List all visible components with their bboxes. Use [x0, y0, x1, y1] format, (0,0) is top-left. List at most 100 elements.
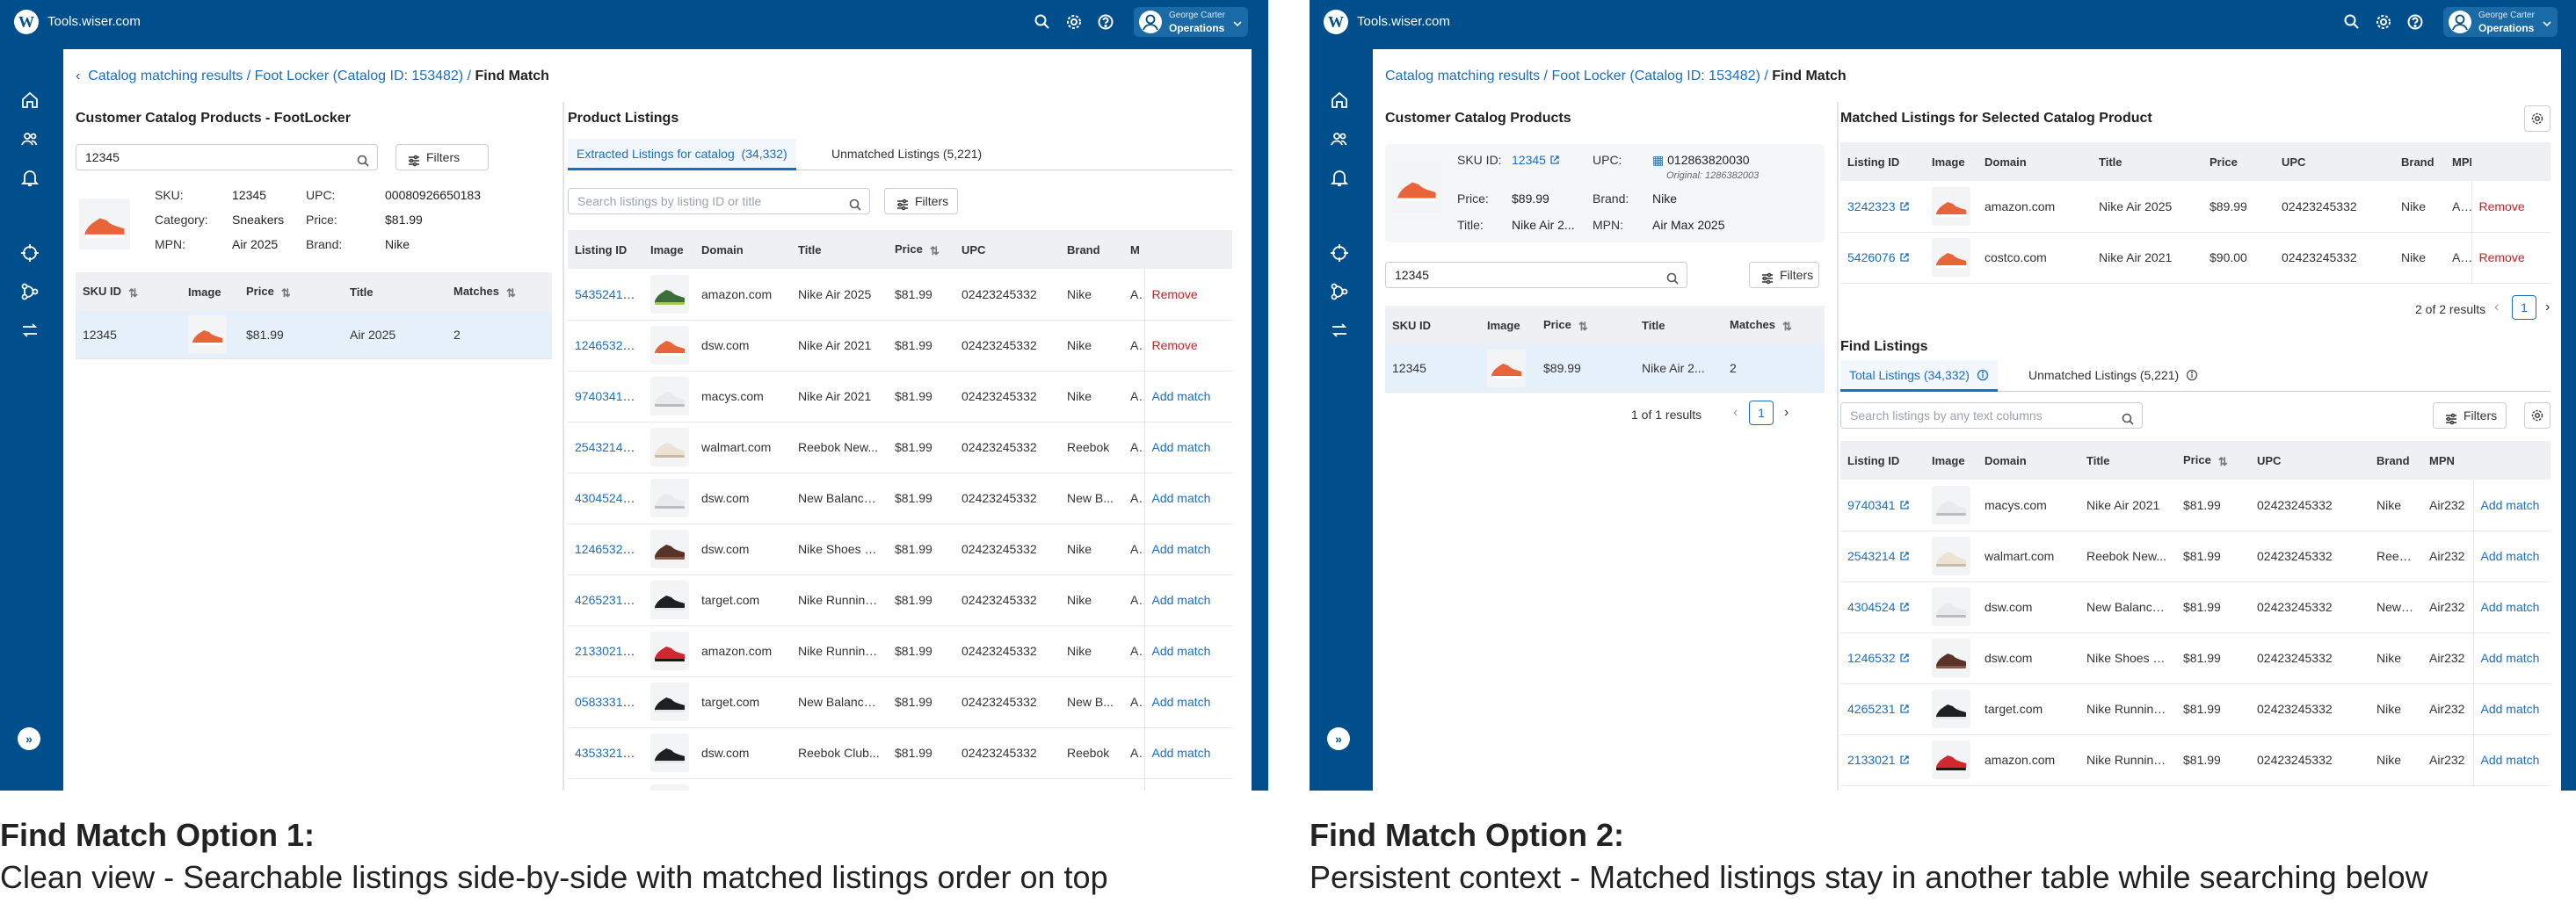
- next-page-icon[interactable]: ›: [2545, 300, 2550, 315]
- add-match-button[interactable]: Add match: [1152, 746, 1211, 760]
- add-match-button[interactable]: Add match: [1152, 389, 1211, 403]
- cell-listing-id[interactable]: 9740341: [1840, 480, 1925, 531]
- breadcrumb-catalog[interactable]: Foot Locker (Catalog ID: 153482) /: [255, 69, 471, 83]
- remove-button[interactable]: Remove: [1152, 338, 1198, 352]
- breadcrumb-results[interactable]: Catalog matching results /: [1385, 69, 1548, 83]
- help-icon[interactable]: [2406, 13, 2424, 31]
- breadcrumb-catalog[interactable]: Foot Locker (Catalog ID: 153482) /: [1551, 69, 1767, 83]
- add-match-button[interactable]: Add match: [2481, 549, 2540, 563]
- cell-listing-id[interactable]: 2543214: [568, 422, 643, 473]
- target-icon[interactable]: [19, 242, 40, 264]
- prev-page-icon[interactable]: ‹: [1733, 405, 1738, 421]
- help-icon[interactable]: [1097, 13, 1114, 31]
- target-icon[interactable]: [1329, 242, 1350, 264]
- sort-icon[interactable]: ⇅: [930, 244, 940, 257]
- col-price[interactable]: Price ⇅: [888, 230, 954, 269]
- bell-icon[interactable]: [1329, 167, 1350, 188]
- table-row[interactable]: 3242323 amazon.com Nike Air 2025 $89.99 0242…: [1840, 181, 2551, 233]
- table-row[interactable]: 9740341 macys.com Nike Air 2021 $81.99 02423…: [1840, 480, 2551, 531]
- breadcrumb-results[interactable]: Catalog matching results /: [88, 69, 250, 83]
- col-price[interactable]: Price ⇅: [2176, 441, 2250, 480]
- col-price[interactable]: Price ⇅: [239, 272, 343, 311]
- cell-listing-id[interactable]: 2133021: [568, 625, 643, 677]
- cell-listing-id[interactable]: 5426076: [1840, 232, 1925, 284]
- app-name[interactable]: Tools.wiser.com: [1357, 14, 1450, 29]
- catalog-search-input[interactable]: 12345: [1385, 262, 1687, 288]
- table-row[interactable]: 2133021 amazon.com Nike Running... $81.99 02…: [568, 625, 1232, 677]
- sort-icon[interactable]: ⇅: [1578, 320, 1588, 333]
- cell-listing-id[interactable]: 4265231: [1840, 683, 1925, 735]
- exchange-icon[interactable]: [1329, 320, 1350, 341]
- add-match-button[interactable]: Add match: [1152, 542, 1211, 556]
- listing-filters-button[interactable]: Filters: [884, 188, 958, 214]
- cell-listing-id[interactable]: 2133021: [1840, 734, 1925, 786]
- catalog-filters-button[interactable]: Filters: [1749, 262, 1819, 288]
- cell-listing-id[interactable]: 1246532: [568, 524, 643, 575]
- back-chevron-icon[interactable]: ‹: [76, 69, 88, 83]
- add-match-button[interactable]: Add match: [2481, 651, 2540, 665]
- table-row[interactable]: 12345 $89.99 Nike Air 2... 2: [1385, 344, 1825, 393]
- user-menu[interactable]: George Carter Operations: [2443, 7, 2558, 37]
- add-match-button[interactable]: Add match: [2481, 753, 2540, 767]
- table-row[interactable]: 2133021 amazon.com Nike Running... $81.99 02…: [1840, 734, 2551, 786]
- app-name[interactable]: Tools.wiser.com: [47, 14, 141, 29]
- sort-icon[interactable]: ⇅: [281, 286, 291, 300]
- remove-button[interactable]: Remove: [2479, 199, 2525, 213]
- table-row[interactable]: 5426076 costco.com Nike Air 2021 $90.00 0242…: [1840, 232, 2551, 284]
- home-icon[interactable]: [1329, 90, 1350, 111]
- bell-icon[interactable]: [19, 167, 40, 188]
- add-match-button[interactable]: Add match: [2481, 600, 2540, 614]
- tab-unmatched-listings[interactable]: Unmatched Listings (5,221): [2020, 360, 2207, 392]
- find-table-settings-button[interactable]: [2524, 402, 2551, 429]
- add-match-button[interactable]: Add match: [2481, 702, 2540, 716]
- find-filters-button[interactable]: Filters: [2433, 402, 2507, 429]
- gear-icon[interactable]: [1065, 13, 1083, 31]
- add-match-button[interactable]: Add match: [2481, 498, 2540, 512]
- cell-listing-id[interactable]: 4265231: [568, 574, 643, 626]
- flow-icon[interactable]: [19, 281, 40, 302]
- table-row[interactable]: 4265231 target.com Nike Running... $81.99 02…: [1840, 683, 2551, 735]
- cell-listing-id[interactable]: 1246532: [1840, 632, 1925, 684]
- users-icon[interactable]: [19, 128, 40, 149]
- logo[interactable]: W: [1324, 10, 1348, 34]
- page-number-button[interactable]: 1: [2512, 295, 2536, 320]
- cell-listing-id[interactable]: 3242323: [1840, 181, 1925, 233]
- table-row[interactable]: 4304524 dsw.com New Balance... $81.99 024232…: [1840, 582, 2551, 633]
- catalog-filters-button[interactable]: Filters: [395, 144, 489, 170]
- find-search-input[interactable]: Search listings by any text columns: [1840, 402, 2143, 429]
- users-icon[interactable]: [1329, 128, 1350, 149]
- table-row[interactable]: 4304524 dsw.com New Balance... $81.99 024232…: [568, 473, 1232, 524]
- table-settings-button[interactable]: [2524, 105, 2551, 132]
- cell-listing-id[interactable]: 1246532: [568, 320, 643, 372]
- table-row[interactable]: 0583331 target.com New Balance... $81.99 024…: [568, 676, 1232, 728]
- col-sku-id[interactable]: SKU ID ⇅: [76, 272, 181, 311]
- cell-listing-id[interactable]: 5435241: [568, 269, 643, 321]
- user-menu[interactable]: George Carter Operations: [1134, 7, 1248, 37]
- cell-listing-id[interactable]: 0583331: [568, 676, 643, 728]
- add-match-button[interactable]: Add match: [1152, 440, 1211, 454]
- col-matches[interactable]: Matches ⇅: [1723, 306, 1825, 344]
- table-row[interactable]: 4265231 target.com Nike Running... $81.99 02…: [568, 574, 1232, 626]
- search-icon[interactable]: [2343, 13, 2361, 31]
- expand-sidebar-button[interactable]: »: [1327, 727, 1350, 750]
- catalog-search-input[interactable]: 12345: [76, 144, 378, 170]
- table-row[interactable]: 1246532 dsw.com Nike Shoes e... $81.99 02423…: [1840, 632, 2551, 684]
- prev-page-icon[interactable]: ‹: [2494, 300, 2499, 315]
- col-matches[interactable]: Matches ⇅: [446, 272, 552, 311]
- add-match-button[interactable]: Add match: [1152, 695, 1211, 709]
- table-row[interactable]: 2543214 walmart.com Reebok New... $81.99 024…: [568, 422, 1232, 473]
- next-page-icon[interactable]: ›: [1784, 405, 1789, 421]
- home-icon[interactable]: [19, 90, 40, 111]
- table-row[interactable]: 1246532 dsw.com Nike Air 2021 $81.99 0242324…: [568, 320, 1232, 372]
- sort-icon[interactable]: ⇅: [128, 286, 138, 300]
- gear-icon[interactable]: [2375, 13, 2392, 31]
- add-match-button[interactable]: Add match: [1152, 644, 1211, 658]
- expand-sidebar-button[interactable]: »: [18, 727, 40, 750]
- exchange-icon[interactable]: [19, 320, 40, 341]
- cell-listing-id[interactable]: 5436590: [568, 778, 643, 791]
- table-row[interactable]: 5436590 dsw.comConverse All S...$81.99024…: [568, 778, 1232, 791]
- remove-button[interactable]: Remove: [2479, 250, 2525, 264]
- sort-icon[interactable]: ⇅: [2218, 455, 2228, 468]
- remove-button[interactable]: Remove: [1152, 287, 1198, 301]
- table-row[interactable]: 12345 $81.99 Air 2025 2: [76, 311, 552, 359]
